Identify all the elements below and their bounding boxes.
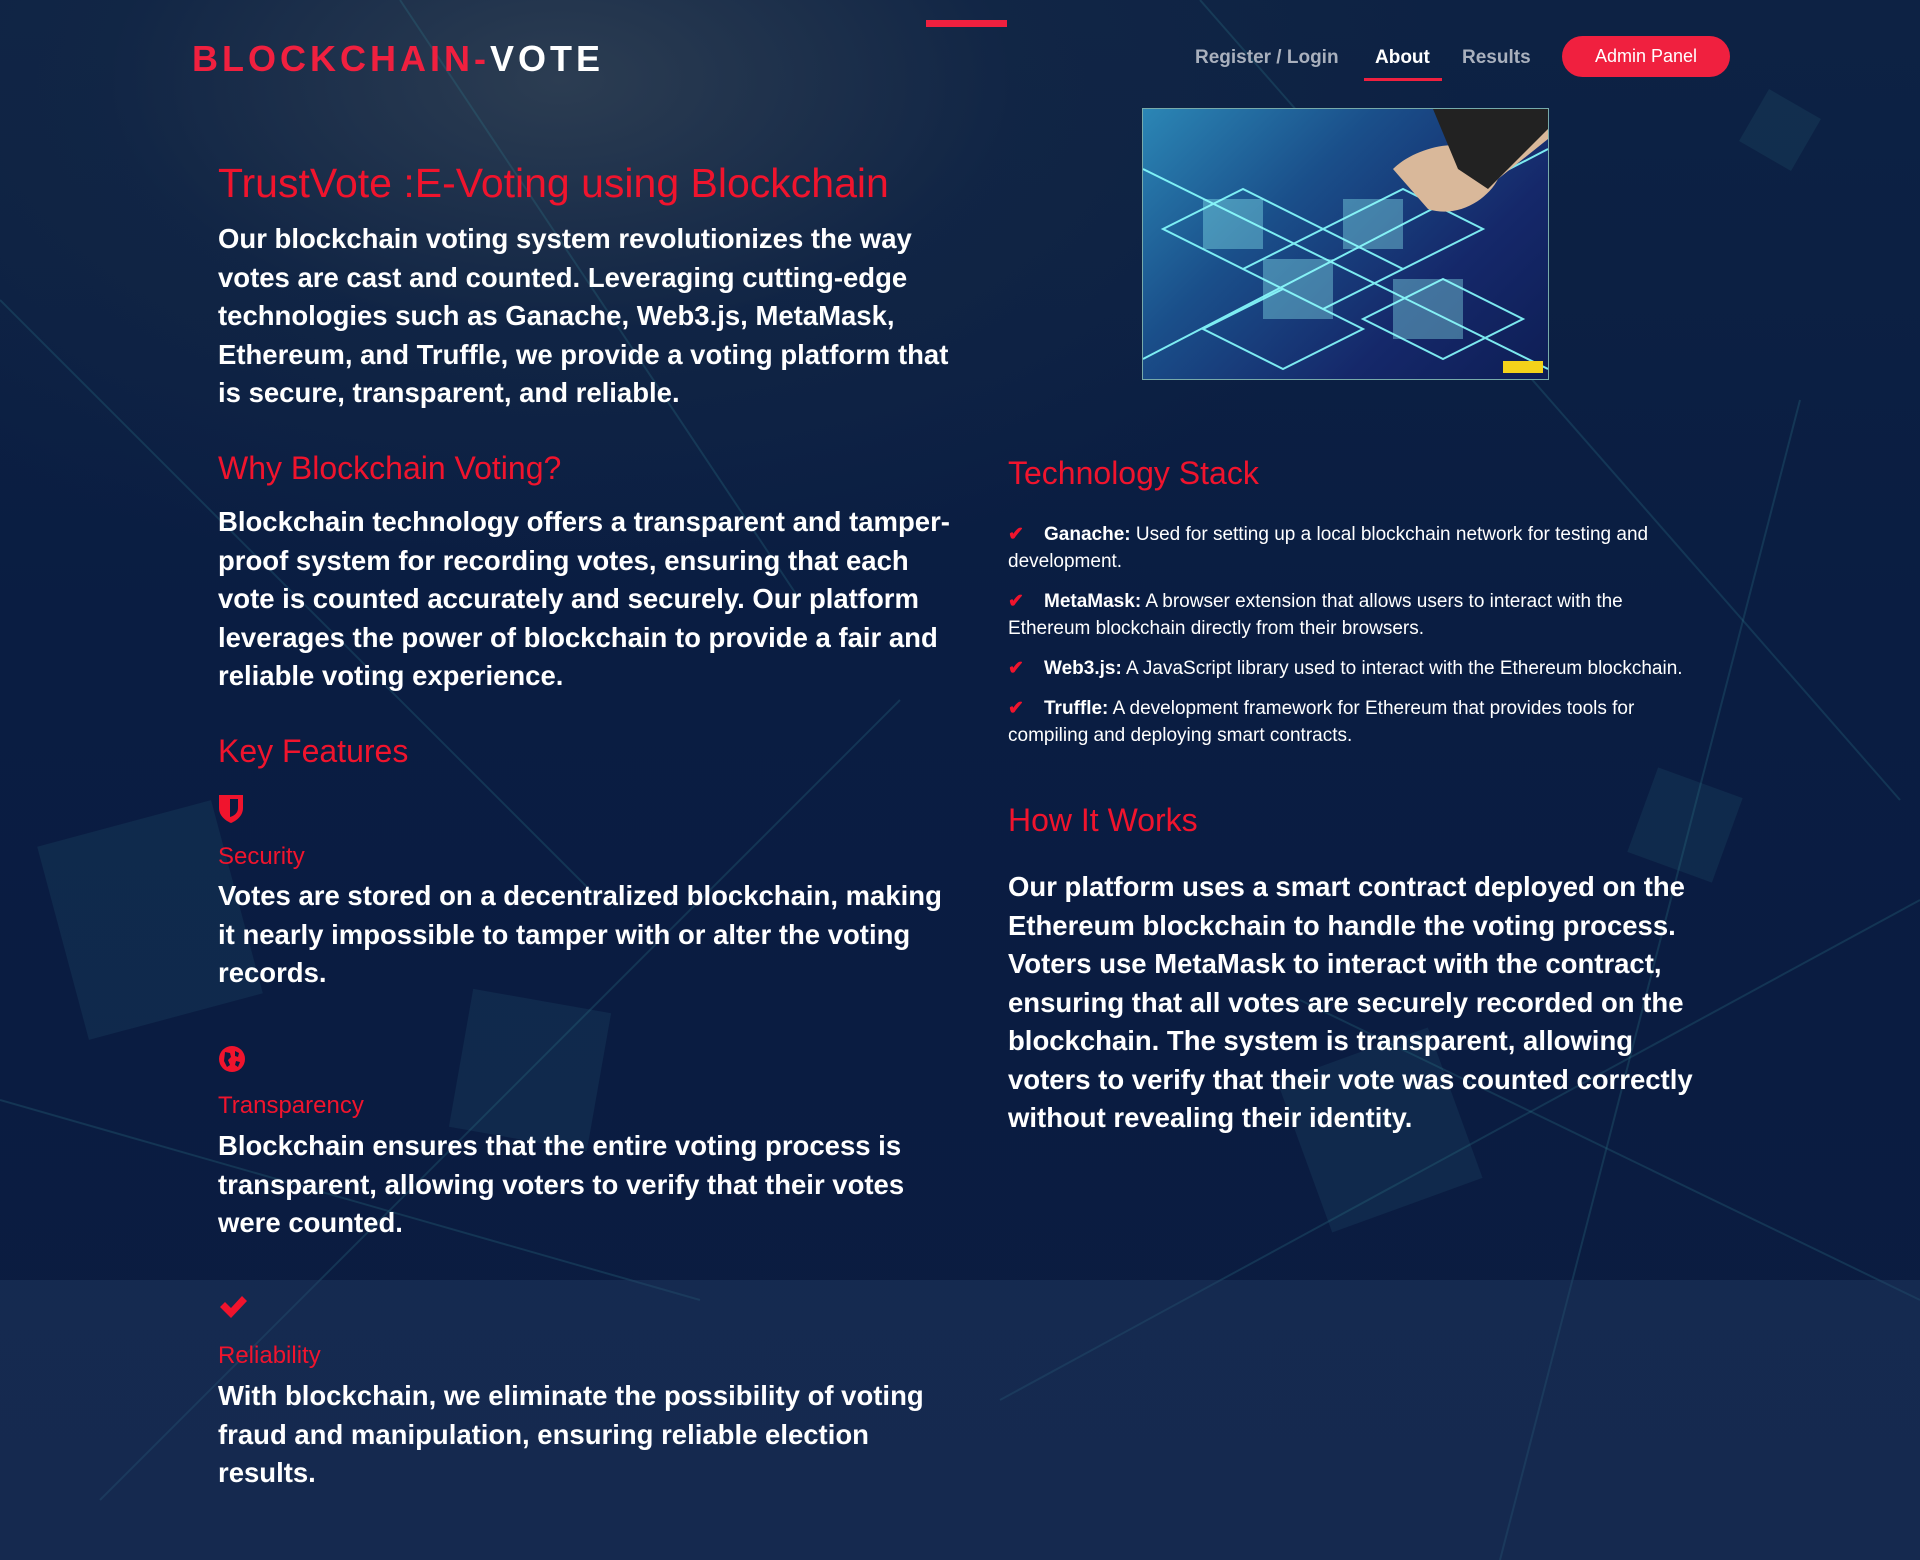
tech-item: ✔ Ganache: Used for setting up a local bl… <box>1008 521 1688 575</box>
check-icon: ✔ <box>1008 591 1024 612</box>
admin-panel-button[interactable]: Admin Panel <box>1562 36 1730 77</box>
intro-text: Our blockchain voting system revolutioni… <box>218 223 949 408</box>
top-accent-bar <box>926 20 1007 27</box>
feature-text-transparency: Blockchain ensures that the entire votin… <box>218 1130 905 1238</box>
logo-part-red: BLOCKCHAIN- <box>192 38 490 79</box>
why-heading: Why Blockchain Voting? <box>218 450 562 486</box>
tech-item: ✔ Web3.js: A JavaScript library used to i… <box>1008 655 1688 682</box>
feature-title-transparency: Transparency <box>218 1092 364 1119</box>
check-icon <box>218 1294 248 1325</box>
nav-about[interactable]: About <box>1375 47 1430 69</box>
shield-icon <box>218 794 244 829</box>
features-heading: Key Features <box>218 733 409 769</box>
check-icon: ✔ <box>1008 698 1024 719</box>
how-text: Our platform uses a smart contract deplo… <box>1008 871 1693 1133</box>
tech-name: Truffle: <box>1044 698 1109 719</box>
check-icon: ✔ <box>1008 524 1024 545</box>
tech-item: ✔ MetaMask: A browser extension that allo… <box>1008 588 1688 642</box>
hero-image-blockchain-voting <box>1142 108 1549 380</box>
nav-results[interactable]: Results <box>1462 47 1531 69</box>
feature-text-security: Votes are stored on a decentralized bloc… <box>218 880 942 988</box>
tech-name: Web3.js: <box>1044 658 1122 679</box>
check-icon: ✔ <box>1008 658 1024 679</box>
feature-title-security: Security <box>218 843 305 870</box>
logo-part-white: VOTE <box>489 38 604 79</box>
tech-list: ✔ Ganache: Used for setting up a local bl… <box>1008 521 1688 762</box>
logo[interactable]: BLOCKCHAIN-VOTE <box>192 38 604 80</box>
tech-heading: Technology Stack <box>1008 455 1259 491</box>
nav-register-login[interactable]: Register / Login <box>1195 47 1339 69</box>
feature-text-reliability: With blockchain, we eliminate the possib… <box>218 1380 924 1488</box>
tech-name: MetaMask: <box>1044 591 1142 612</box>
why-text: Blockchain technology offers a transpare… <box>218 506 950 691</box>
tech-name: Ganache: <box>1044 524 1131 545</box>
how-heading: How It Works <box>1008 802 1198 838</box>
tech-desc: A JavaScript library used to interact wi… <box>1121 658 1683 679</box>
tech-item: ✔ Truffle: A development framework for Et… <box>1008 695 1688 749</box>
globe-icon <box>218 1045 246 1078</box>
feature-title-reliability: Reliability <box>218 1342 321 1369</box>
active-nav-underline <box>1364 78 1442 81</box>
page-title: TrustVote :E-Voting using Blockchain <box>218 160 889 206</box>
